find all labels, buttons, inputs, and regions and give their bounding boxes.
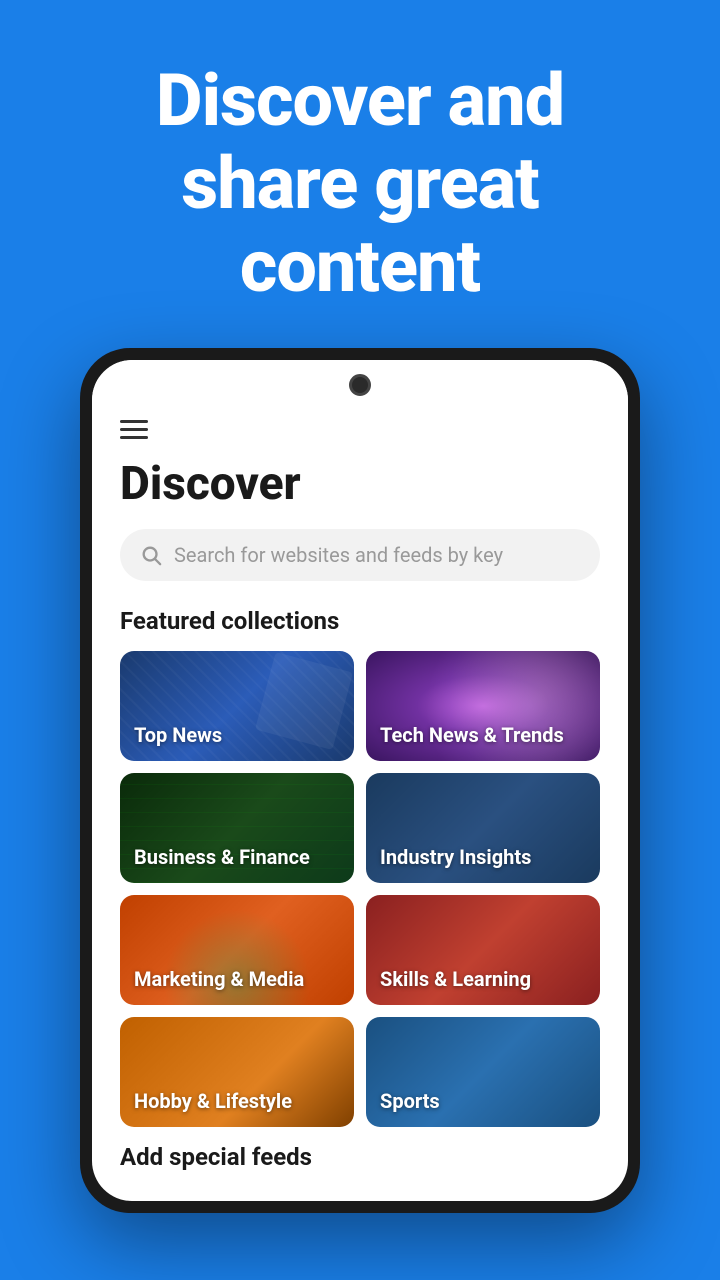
phone-notch [92,360,628,410]
menu-line-1 [120,420,148,423]
collection-card-skills[interactable]: Skills & Learning [366,895,600,1005]
collection-card-biz-finance[interactable]: Business & Finance [120,773,354,883]
menu-line-2 [120,428,148,431]
card-label-skills: Skills & Learning [380,967,531,991]
search-bar[interactable]: Search for websites and feeds by key [120,529,600,581]
collection-card-tech-news[interactable]: Tech News & Trends [366,651,600,761]
collection-card-industry[interactable]: Industry Insights [366,773,600,883]
card-label-sports: Sports [380,1089,440,1113]
card-label-tech-news: Tech News & Trends [380,723,564,747]
card-label-industry: Industry Insights [380,845,531,869]
camera-dot [349,374,371,396]
app-content: Discover Search for websites and feeds b… [92,410,628,1201]
card-deco-top-news [255,652,353,750]
search-placeholder-text: Search for websites and feeds by key [174,543,503,567]
card-label-biz-finance: Business & Finance [134,845,310,869]
hero-title: Discover and share great content [40,60,680,308]
collection-card-hobby[interactable]: Hobby & Lifestyle [120,1017,354,1127]
page-title: Discover [120,457,600,511]
collection-card-top-news[interactable]: Top News [120,651,354,761]
card-label-marketing: Marketing & Media [134,967,304,991]
add-special-feeds-label: Add special feeds [120,1143,600,1181]
collection-card-sports[interactable]: Sports [366,1017,600,1127]
phone-screen: Discover Search for websites and feeds b… [92,360,628,1201]
phone-mockup: Discover Search for websites and feeds b… [80,348,640,1213]
hero-section: Discover and share great content [0,0,720,348]
menu-line-3 [120,436,148,439]
featured-section-label: Featured collections [120,607,600,635]
collection-card-marketing[interactable]: Marketing & Media [120,895,354,1005]
menu-button[interactable] [120,420,600,439]
collections-grid: Top News Tech News & Trends Business & F… [120,651,600,1127]
card-label-top-news: Top News [134,723,222,747]
card-label-hobby: Hobby & Lifestyle [134,1089,292,1113]
search-icon [140,544,162,566]
